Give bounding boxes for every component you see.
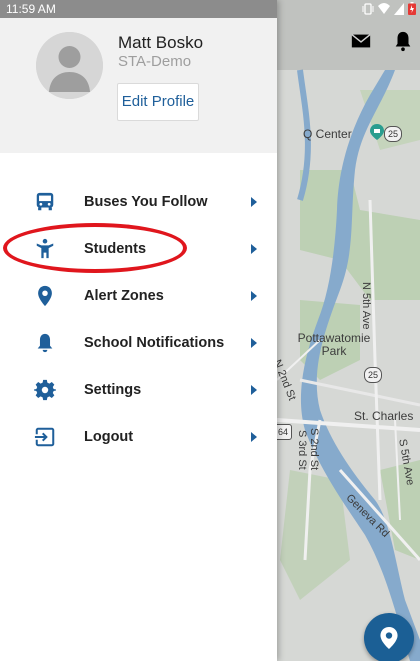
- caret-right-icon: [251, 432, 257, 442]
- menu-item-alert-zones[interactable]: Alert Zones: [0, 273, 277, 320]
- location-fab-button[interactable]: [364, 613, 414, 661]
- map-label-s-3rd-st: S 3rd St: [296, 430, 308, 470]
- route-shield-25: 25: [384, 126, 402, 142]
- mail-icon[interactable]: [350, 30, 372, 52]
- status-icons: [362, 2, 416, 15]
- status-time: 11:59 AM: [6, 2, 56, 16]
- caret-right-icon: [251, 197, 257, 207]
- avatar-placeholder-icon: [36, 32, 103, 99]
- avatar[interactable]: [36, 32, 103, 99]
- caret-right-icon: [251, 291, 257, 301]
- menu-item-school-notifications[interactable]: School Notifications: [0, 320, 277, 367]
- logout-icon: [34, 427, 55, 447]
- caret-right-icon: [251, 385, 257, 395]
- menu-item-students[interactable]: Students: [0, 226, 277, 273]
- menu-item-label: Students: [84, 241, 147, 257]
- menu-item-buses-you-follow[interactable]: Buses You Follow: [0, 179, 277, 226]
- menu-item-label: Alert Zones: [84, 288, 164, 304]
- menu-item-label: Buses You Follow: [84, 194, 208, 210]
- cellular-signal-icon: [394, 2, 404, 15]
- map-label-pottawatomie-park: Pottawatomie Park: [297, 331, 371, 358]
- map-pin-icon: [380, 627, 398, 649]
- student-icon: [36, 238, 54, 259]
- battery-icon: [408, 2, 416, 15]
- menu-item-label: Settings: [84, 382, 142, 398]
- menu-item-label: Logout: [84, 429, 134, 445]
- vibrate-icon: [362, 2, 374, 15]
- bell-icon: [37, 333, 53, 353]
- drawer-menu: Buses You Follow Students Alert Zones Sc…: [0, 179, 277, 461]
- route-shield-25-b: 25: [364, 367, 382, 383]
- notification-bell-icon[interactable]: [392, 30, 414, 52]
- navigation-drawer: Matt Bosko STA-Demo Edit Profile Buses Y…: [0, 0, 277, 661]
- bus-icon: [36, 192, 54, 211]
- caret-right-icon: [251, 338, 257, 348]
- edit-profile-button[interactable]: Edit Profile: [117, 83, 199, 121]
- menu-item-label: School Notifications: [84, 335, 225, 351]
- map-pin-icon: [38, 285, 52, 307]
- place-marker-icon: [370, 124, 384, 140]
- status-bar: 11:59 AM: [0, 0, 420, 18]
- user-name: Matt Bosko: [118, 33, 204, 52]
- caret-right-icon: [251, 244, 257, 254]
- gear-icon: [34, 379, 56, 401]
- drawer-header: Matt Bosko STA-Demo Edit Profile: [0, 0, 277, 153]
- menu-item-settings[interactable]: Settings: [0, 367, 277, 414]
- map-label-n-5th-ave: N 5th Ave: [360, 282, 372, 330]
- wifi-icon: [378, 2, 390, 14]
- map-label-q-center: Q Center: [303, 127, 352, 141]
- map-label-st-charles: St. Charles: [354, 409, 414, 423]
- user-organization: STA-Demo: [118, 53, 192, 70]
- screen: Q Center 25 N 5th Ave Pottawatomie Park …: [0, 0, 420, 661]
- map-label-s-2nd-st: S 2nd St: [308, 428, 320, 471]
- menu-item-logout[interactable]: Logout: [0, 414, 277, 461]
